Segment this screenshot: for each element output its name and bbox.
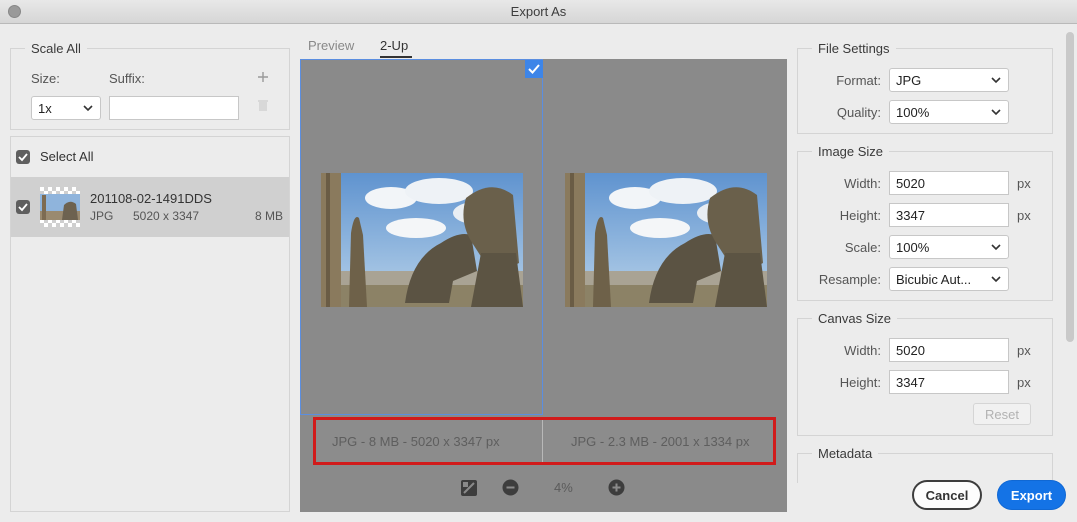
canvas-width-unit: px xyxy=(1017,343,1031,358)
scale-select-value: 100% xyxy=(896,240,930,255)
chevron-down-icon xyxy=(991,109,1001,116)
settings-scrollbar[interactable] xyxy=(1066,32,1074,342)
scale-all-title: Scale All xyxy=(25,41,87,56)
file-dimensions: 5020 x 3347 xyxy=(133,209,200,223)
resample-label: Resample: xyxy=(818,272,881,287)
zoom-level: 4% xyxy=(554,480,573,495)
chevron-down-icon xyxy=(991,244,1001,251)
checkmark-icon xyxy=(18,203,28,212)
format-select-value: JPG xyxy=(896,73,922,88)
quality-label: Quality: xyxy=(836,105,881,120)
add-scale-icon[interactable] xyxy=(256,70,270,84)
quality-select[interactable]: 100% xyxy=(889,100,1009,124)
image-width-label: Width: xyxy=(844,176,881,191)
zoom-in-icon[interactable] xyxy=(608,479,625,496)
image-width-unit: px xyxy=(1017,176,1031,191)
file-format: JPG xyxy=(90,209,114,223)
canvas-height-label: Height: xyxy=(839,375,881,390)
pane-divider xyxy=(542,59,543,415)
image-size-title: Image Size xyxy=(812,144,890,159)
size-select-value: 1x xyxy=(38,101,52,116)
suffix-input[interactable] xyxy=(109,96,239,120)
reset-button[interactable]: Reset xyxy=(973,403,1031,425)
trash-icon[interactable] xyxy=(256,98,270,112)
active-tab-underline xyxy=(380,56,412,58)
image-height-unit: px xyxy=(1017,208,1031,223)
chevron-down-icon xyxy=(83,105,93,112)
original-preview-image xyxy=(321,173,523,307)
format-select[interactable]: JPG xyxy=(889,68,1009,92)
resample-select-value: Bicubic Aut... xyxy=(896,272,972,287)
image-height-label: Height: xyxy=(839,208,881,223)
file-size: 8 MB xyxy=(255,209,284,223)
selected-check-icon xyxy=(525,60,543,78)
chevron-down-icon xyxy=(991,276,1001,283)
toggle-background-icon[interactable] xyxy=(460,479,478,497)
window-title: Export As xyxy=(510,4,567,19)
format-label: Format: xyxy=(836,73,881,88)
quality-select-value: 100% xyxy=(896,105,930,120)
checkmark-icon xyxy=(18,153,28,162)
size-select[interactable]: 1x xyxy=(31,96,101,120)
file-settings-title: File Settings xyxy=(812,41,896,56)
optimized-preview-image xyxy=(565,173,767,307)
canvas-size-title: Canvas Size xyxy=(812,311,897,326)
export-button[interactable]: Export xyxy=(997,480,1066,510)
zoom-out-icon[interactable] xyxy=(502,479,519,496)
file-thumbnail xyxy=(40,187,80,227)
file-checkbox[interactable] xyxy=(16,200,30,214)
suffix-label: Suffix: xyxy=(109,71,145,86)
tab-preview[interactable]: Preview xyxy=(308,38,354,53)
resample-select[interactable]: Bicubic Aut... xyxy=(889,267,1009,291)
scale-label: Scale: xyxy=(844,240,881,255)
metadata-title: Metadata xyxy=(812,446,879,461)
canvas-height-unit: px xyxy=(1017,375,1031,390)
file-name: 201108-02-1491DDS xyxy=(90,191,212,206)
image-height-input[interactable]: 3347 xyxy=(889,203,1009,227)
canvas-height-input[interactable]: 3347 xyxy=(889,370,1009,394)
select-all-checkbox[interactable] xyxy=(16,150,30,164)
canvas-width-label: Width: xyxy=(844,343,881,358)
size-label: Size: xyxy=(31,71,60,86)
select-all-label[interactable]: Select All xyxy=(40,149,93,164)
highlight-box xyxy=(313,417,776,465)
image-width-input[interactable]: 5020 xyxy=(889,171,1009,195)
canvas-width-input[interactable]: 5020 xyxy=(889,338,1009,362)
title-bar: Export As xyxy=(0,0,1077,24)
chevron-down-icon xyxy=(991,77,1001,84)
cancel-button[interactable]: Cancel xyxy=(912,480,982,510)
tab-2-up[interactable]: 2-Up xyxy=(380,38,408,53)
scale-select[interactable]: 100% xyxy=(889,235,1009,259)
